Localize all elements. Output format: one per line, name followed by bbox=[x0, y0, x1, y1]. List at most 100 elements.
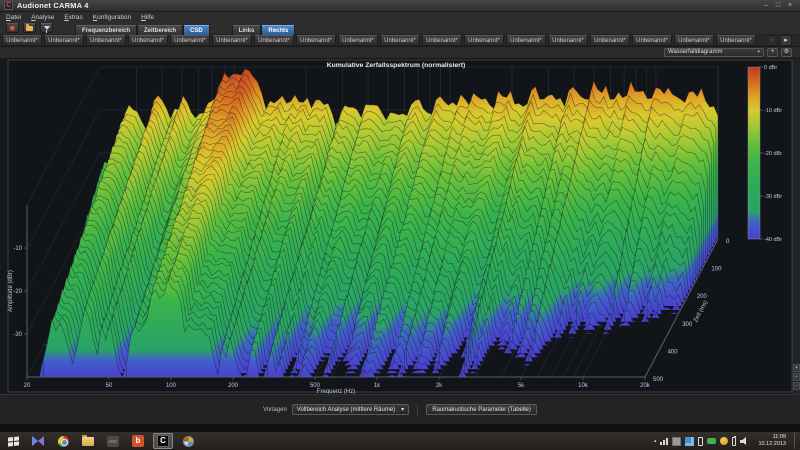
footer-bar: Vorlagen Vollbereich Analyse (mittlere R… bbox=[0, 394, 800, 424]
clock-time: 11:09 bbox=[758, 434, 786, 441]
menu-analyse[interactable]: Analyse bbox=[31, 14, 54, 21]
z-tick-label: 400 bbox=[668, 349, 679, 355]
tab-9[interactable]: Unbenannt* bbox=[338, 35, 378, 46]
y-tick-label: -30 bbox=[13, 332, 22, 338]
colorbar bbox=[748, 67, 760, 239]
tab-11[interactable]: Unbenannt* bbox=[422, 35, 462, 46]
z-tick-label: 300 bbox=[682, 322, 693, 328]
taskbar: b C ▴ 11:09 10.12.2013 bbox=[0, 432, 800, 450]
strip-button-2[interactable]: + bbox=[793, 373, 800, 381]
strip-button-1[interactable]: ▾ bbox=[793, 364, 800, 372]
x-tick-label: 100 bbox=[166, 383, 177, 389]
show-desktop-button[interactable] bbox=[794, 433, 797, 449]
tab-7[interactable]: Unbenannt* bbox=[254, 35, 294, 46]
tab-4[interactable]: Unbenannt* bbox=[128, 35, 168, 46]
taskbar-app-chrome[interactable] bbox=[53, 433, 73, 449]
desktop-strip bbox=[0, 424, 800, 432]
taskbar-app-bowtie[interactable] bbox=[28, 433, 48, 449]
carma-app-icon: C bbox=[157, 435, 169, 447]
tab-scroll-left-button[interactable]: ‹ bbox=[766, 35, 778, 46]
clock-date: 10.12.2013 bbox=[758, 441, 786, 448]
open-folder-button[interactable] bbox=[23, 23, 36, 33]
tab-1[interactable]: Unbenannt* bbox=[2, 35, 42, 46]
diagram-type-value: Wasserfalldiagramm bbox=[668, 49, 722, 56]
x-tick-label: 200 bbox=[228, 383, 239, 389]
divider bbox=[417, 405, 418, 415]
strip-button-3[interactable]: − bbox=[793, 382, 800, 390]
tab-12[interactable]: Unbenannt* bbox=[464, 35, 504, 46]
colorbar-label: -20 dBr bbox=[764, 151, 782, 157]
x-tick-label: 10k bbox=[578, 383, 589, 389]
tray-battery-icon[interactable] bbox=[732, 437, 736, 446]
taskbar-app-b[interactable]: b bbox=[128, 433, 148, 449]
y-tick-label: -20 bbox=[13, 289, 22, 295]
z-tick-label: 100 bbox=[711, 267, 722, 273]
record-button[interactable] bbox=[6, 23, 19, 33]
folder-icon bbox=[26, 26, 33, 31]
system-tray: ▴ bbox=[654, 437, 751, 446]
chrome-icon bbox=[58, 436, 69, 447]
tray-grid-icon[interactable] bbox=[672, 437, 681, 446]
taskbar-app-carma-active[interactable]: C bbox=[153, 433, 173, 449]
x-tick-label: 2k bbox=[436, 383, 443, 389]
tray-blue-app-icon[interactable] bbox=[685, 437, 694, 446]
start-button[interactable] bbox=[3, 433, 23, 449]
taskbar-clock[interactable]: 11:09 10.12.2013 bbox=[758, 434, 786, 447]
x-tick-label: 1k bbox=[374, 383, 381, 389]
tab-6[interactable]: Unbenannt* bbox=[212, 35, 252, 46]
room-parameters-button[interactable]: Raumakustische Parameter (Tabelle) bbox=[426, 404, 537, 415]
diagram-type-select[interactable]: Wasserfalldiagramm ▾ bbox=[664, 48, 764, 57]
funnel-icon bbox=[44, 26, 50, 30]
pan-button[interactable]: + bbox=[767, 48, 778, 57]
minimize-button[interactable]: – bbox=[760, 2, 772, 9]
tab-5[interactable]: Unbenannt* bbox=[170, 35, 210, 46]
tank-game-icon bbox=[107, 436, 119, 447]
settings-gear-button[interactable]: ⚙ bbox=[781, 48, 792, 57]
close-button[interactable]: × bbox=[784, 2, 796, 9]
template-select-value: Vollbereich Analyse (mittlere Räume) bbox=[297, 407, 395, 413]
tray-usb-icon[interactable] bbox=[707, 438, 716, 444]
maximize-button[interactable]: □ bbox=[772, 2, 784, 9]
menu-datei[interactable]: Datei bbox=[6, 14, 21, 21]
tab-14[interactable]: Unbenannt* bbox=[548, 35, 588, 46]
tab-scroll-right-button[interactable]: ▸ bbox=[780, 35, 792, 46]
volume-icon[interactable] bbox=[740, 437, 750, 446]
tab-8[interactable]: Unbenannt* bbox=[296, 35, 336, 46]
tab-3[interactable]: Unbenannt* bbox=[86, 35, 126, 46]
taskbar-app-files[interactable] bbox=[78, 433, 98, 449]
tab-bar: Unbenannt*Unbenannt*Unbenannt*Unbenannt*… bbox=[0, 35, 800, 47]
tray-expand-icon[interactable]: ▴ bbox=[654, 438, 657, 444]
tab-16[interactable]: Unbenannt* bbox=[632, 35, 672, 46]
window-title: Audionet CARMA 4 bbox=[17, 1, 760, 10]
tab-18[interactable]: Unbenannt* bbox=[716, 35, 756, 46]
app-icon: C bbox=[4, 1, 13, 10]
template-select[interactable]: Vollbereich Analyse (mittlere Räume) ▾ bbox=[292, 404, 409, 415]
toolbar: FrequenzbereichZeitbereichCSD LinksRecht… bbox=[0, 22, 800, 35]
tray-phone-icon[interactable] bbox=[698, 437, 703, 446]
vorlagen-label: Vorlagen bbox=[263, 407, 287, 413]
filter-button[interactable] bbox=[40, 23, 53, 33]
chart-area: Kumulative Zerfallsspektrum (normalisier… bbox=[0, 59, 800, 394]
colorbar-label: -10 dBr bbox=[764, 108, 782, 114]
tab-13[interactable]: Unbenannt* bbox=[506, 35, 546, 46]
title-bar: C Audionet CARMA 4 – □ × bbox=[0, 0, 800, 12]
z-tick-label: 200 bbox=[697, 294, 708, 300]
tab-10[interactable]: Unbenannt* bbox=[380, 35, 420, 46]
network-signal-icon[interactable] bbox=[660, 438, 668, 445]
tab-2[interactable]: Unbenannt* bbox=[44, 35, 84, 46]
taskbar-app-game[interactable] bbox=[103, 433, 123, 449]
tab-15[interactable]: Unbenannt* bbox=[590, 35, 630, 46]
x-tick-label: 5k bbox=[518, 383, 525, 389]
y-tick-label: -10 bbox=[13, 246, 22, 252]
tab-17[interactable]: Unbenannt* bbox=[674, 35, 714, 46]
taskbar-app-media[interactable] bbox=[178, 433, 198, 449]
colorbar-label: -30 dBr bbox=[764, 194, 782, 200]
side-strip: ▾+− bbox=[792, 59, 800, 394]
waterfall-plot[interactable]: 20501002005001k2k5k10k20k-10-20-30010020… bbox=[0, 59, 800, 394]
globe-icon bbox=[183, 436, 194, 447]
windows-logo-icon bbox=[8, 436, 19, 446]
chart-title: Kumulative Zerfallsspektrum (normalisier… bbox=[0, 62, 792, 69]
view-controls-bar: Wasserfalldiagramm ▾ + ⚙ bbox=[0, 47, 800, 59]
bowtie-icon bbox=[32, 436, 44, 446]
tray-orange-app-icon[interactable] bbox=[720, 437, 728, 445]
